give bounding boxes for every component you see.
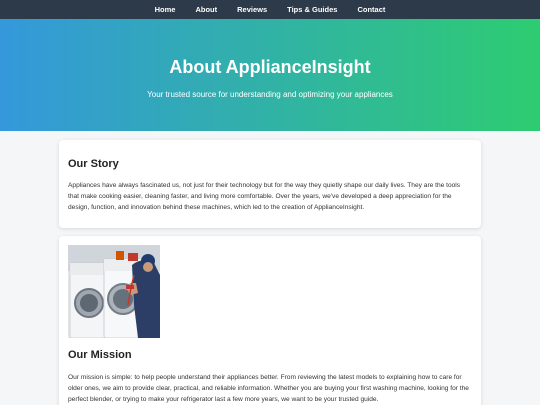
our-story-card: Our Story Appliances have always fascina… [59,140,481,228]
our-mission-card: Our Mission Our mission is simple: to he… [59,236,481,405]
nav-contact-link[interactable]: Contact [347,5,395,14]
top-navigation: Home About Reviews Tips & Guides Contact [0,0,540,19]
technician-repairing-washer-photo [68,245,160,338]
nav-tips-guides-link[interactable]: Tips & Guides [277,5,347,14]
nav-about-link[interactable]: About [185,5,227,14]
page-title: About ApplianceInsight [169,57,371,77]
our-mission-text: Our mission is simple: to help people un… [68,374,469,403]
our-story-text: Appliances have always fascinated us, no… [68,182,461,211]
hero-banner: About ApplianceInsight Your trusted sour… [0,19,540,131]
our-story-heading: Our Story [68,158,119,170]
hero-subtitle: Your trusted source for understanding an… [147,90,393,99]
nav-reviews-link[interactable]: Reviews [227,5,277,14]
nav-home-link[interactable]: Home [145,5,186,14]
our-mission-heading: Our Mission [68,349,132,361]
